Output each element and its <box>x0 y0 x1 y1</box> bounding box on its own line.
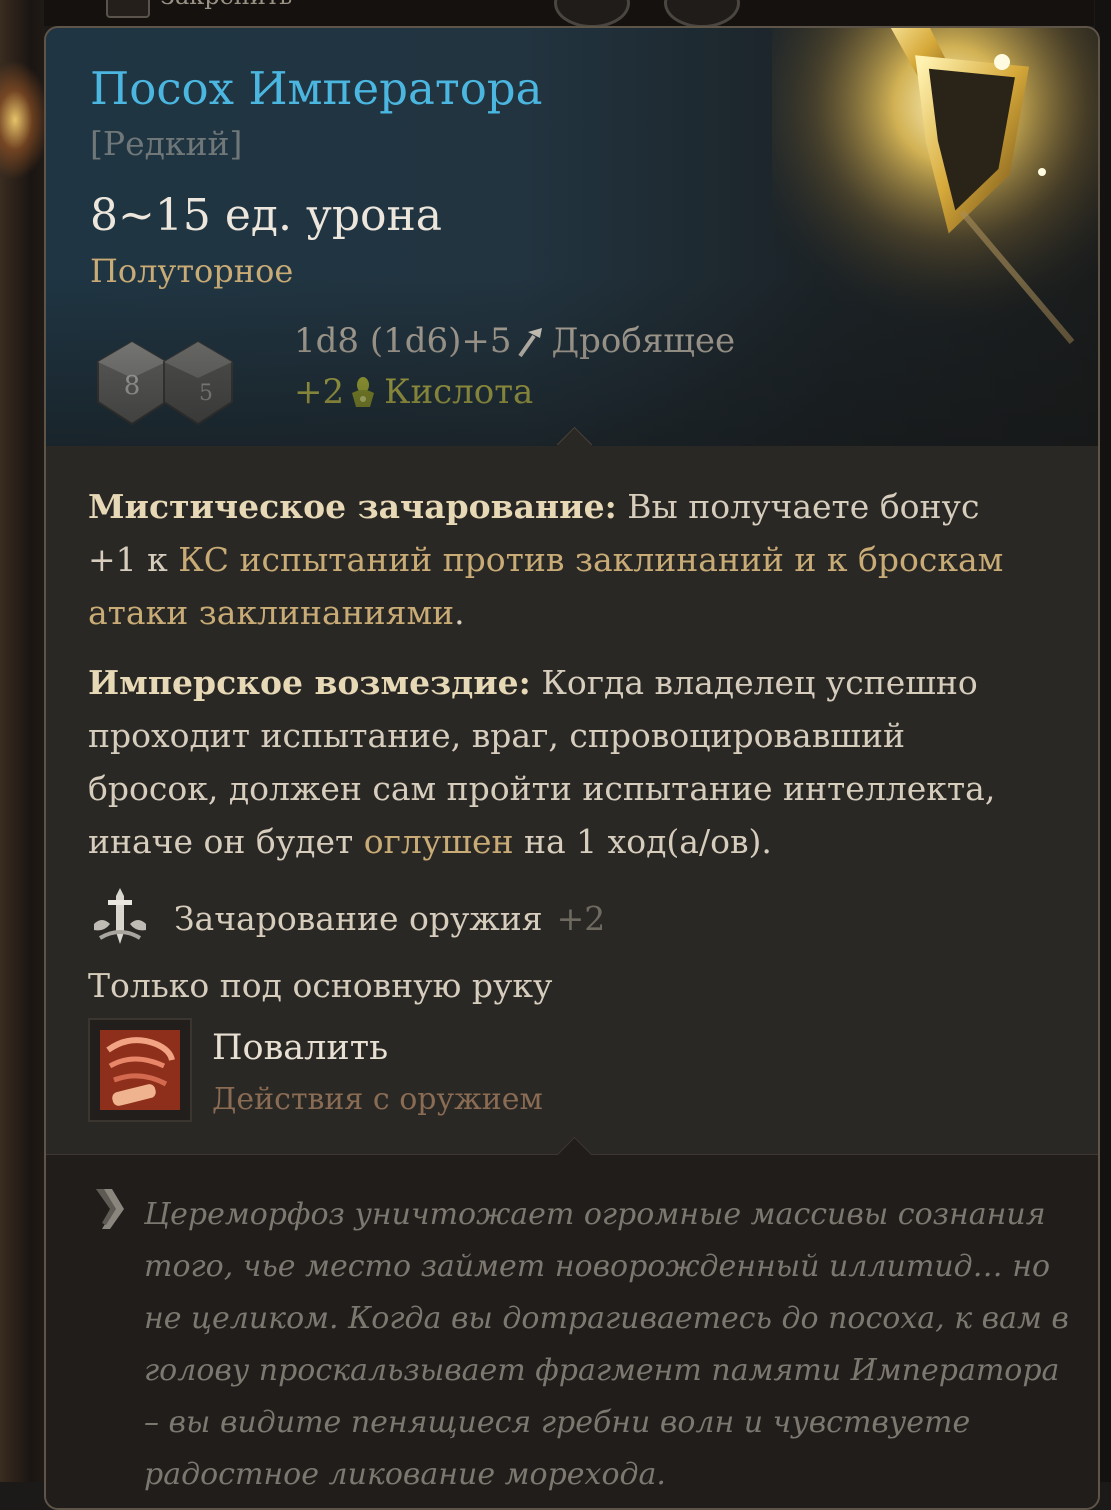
action-title: Повалить <box>212 1028 389 1068</box>
effect-text: на 1 ход(а/ов). <box>513 822 772 861</box>
background-left-edge <box>0 0 50 1482</box>
bonus-damage-type: Кислота <box>384 372 534 412</box>
tooltip-body: Мистическое зачарование: Вы получаете бо… <box>46 446 1098 1156</box>
topple-action-icon <box>100 1030 180 1110</box>
damage-roll-line: 1d8 (1d6)+5 Дробящее <box>294 321 735 361</box>
weapon-property: Полуторное <box>90 252 294 290</box>
lore-quill-icon <box>96 1189 124 1229</box>
pin-keybind-icon <box>106 0 150 18</box>
background-glow <box>0 60 50 180</box>
pin-label[interactable]: Закрепить <box>160 0 292 10</box>
tooltip-header: Посох Императора [Редкий] 8~15 ед. урона… <box>46 28 1098 446</box>
die-right-label: 5 <box>199 381 213 406</box>
hand-restriction: Только под основную руку <box>88 966 553 1005</box>
damage-roll: 1d8 (1d6)+5 <box>294 321 512 361</box>
die-left-label: 8 <box>124 371 141 401</box>
item-name: Посох Императора <box>90 62 543 115</box>
damage-summary: 8~15 ед. урона <box>90 190 443 241</box>
enchantment-row: Зачарование оружия +2 <box>88 886 605 950</box>
action-subtitle: Действия с оружием <box>212 1082 543 1117</box>
acid-icon <box>352 377 375 407</box>
effect-name: Мистическое зачарование: <box>88 487 617 526</box>
effect-name: Имперское возмездие: <box>88 663 531 702</box>
item-rarity: [Редкий] <box>90 124 243 163</box>
damage-dice-icon: 8 5 <box>97 340 233 426</box>
top-hotbar-strip: Закрепить <box>44 0 1094 28</box>
bonus-damage-line: +2 Кислота <box>294 372 533 412</box>
weapon-action-slot[interactable] <box>88 1018 192 1122</box>
enchantment-value: +2 <box>556 898 606 938</box>
item-tooltip: Посох Императора [Редкий] 8~15 ед. урона… <box>44 26 1100 1510</box>
effect-text: . <box>454 593 465 632</box>
weapon-enchantment-icon <box>94 888 146 944</box>
lore-section: Цереморфоз уничтожает огромные массивы с… <box>46 1136 1098 1508</box>
hotbar-slot-icon[interactable] <box>554 0 630 28</box>
effect-highlight: оглушен <box>363 822 514 861</box>
effect-paragraph: Имперское возмездие: Когда владелец успе… <box>88 656 1028 868</box>
enchantment-label: Зачарование оружия <box>174 898 543 938</box>
hotbar-slot-icon[interactable] <box>664 0 740 28</box>
damage-type: Дробящее <box>551 321 736 361</box>
bludgeoning-hammer-icon <box>517 328 542 358</box>
effect-highlight: КС испытаний против заклинаний и к броск… <box>88 540 1004 632</box>
lore-text: Цереморфоз уничтожает огромные массивы с… <box>144 1197 1069 1492</box>
staff-art-icon <box>772 28 1098 352</box>
effect-paragraph: Мистическое зачарование: Вы получаете бо… <box>88 480 1028 639</box>
bonus-damage-value: +2 <box>294 372 345 412</box>
